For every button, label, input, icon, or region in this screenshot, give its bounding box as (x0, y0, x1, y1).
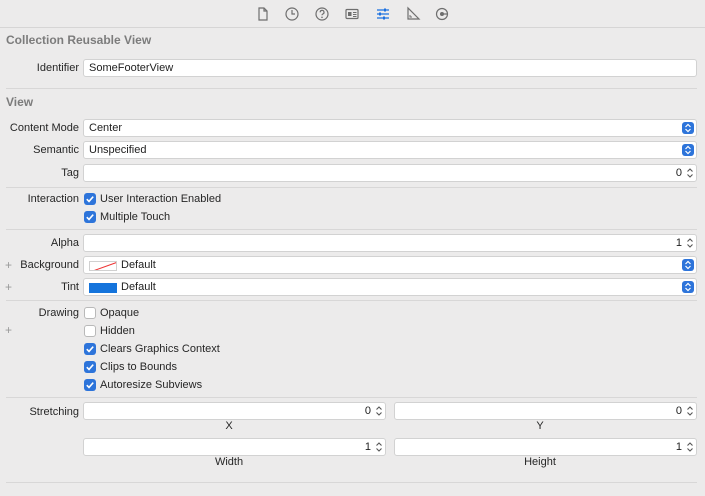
history-icon[interactable] (284, 6, 300, 22)
opaque-checkbox[interactable] (84, 307, 96, 319)
semantic-label: Semantic (33, 144, 79, 156)
divider (6, 88, 697, 89)
autoresize-label: Autoresize Subviews (100, 379, 203, 391)
stretching-width-value: 1 (364, 441, 371, 453)
identity-icon[interactable] (344, 6, 360, 22)
stepper-icon[interactable] (685, 166, 695, 180)
semantic-popup[interactable]: Unspecified (83, 141, 697, 159)
section-title-collection-reusable-view: Collection Reusable View (6, 33, 152, 47)
width-label: Width (214, 456, 244, 468)
file-icon[interactable] (255, 6, 271, 22)
tint-swatch-icon (89, 283, 117, 293)
stretching-y-value: 0 (675, 405, 682, 417)
x-label: X (225, 420, 233, 432)
user-interaction-label: User Interaction Enabled (100, 193, 222, 205)
stretching-height-value: 1 (675, 441, 682, 453)
user-interaction-checkbox[interactable] (84, 193, 96, 205)
stepper-icon[interactable] (374, 440, 384, 454)
connections-icon[interactable] (434, 6, 450, 22)
stepper-icon[interactable] (685, 236, 695, 250)
interaction-label: Interaction (27, 193, 79, 205)
divider (6, 229, 697, 230)
content-mode-value: Center (89, 122, 123, 134)
chevron-updown-icon (682, 144, 694, 156)
clips-to-bounds-label: Clips to Bounds (100, 361, 178, 373)
height-label: Height (524, 456, 556, 468)
tag-label: Tag (61, 167, 79, 179)
stepper-icon[interactable] (685, 404, 695, 418)
drawing-label: Drawing (38, 307, 79, 319)
background-value: Default (121, 259, 156, 271)
stretching-width-field[interactable]: 1 (83, 438, 386, 456)
y-label: Y (536, 420, 544, 432)
stretching-x-value: 0 (364, 405, 371, 417)
tint-value: Default (121, 281, 156, 293)
stretching-label: Stretching (29, 406, 79, 418)
tint-label: Tint (61, 281, 79, 293)
inspector-toolbar (0, 0, 705, 28)
content-mode-popup[interactable]: Center (83, 119, 697, 137)
stepper-icon[interactable] (374, 404, 384, 418)
identifier-value: SomeFooterView (89, 62, 174, 74)
stretching-x-field[interactable]: 0 (83, 402, 386, 420)
size-icon[interactable] (405, 6, 421, 22)
divider (6, 482, 697, 483)
clears-graphics-label: Clears Graphics Context (100, 343, 220, 355)
help-icon[interactable] (314, 6, 330, 22)
chevron-updown-icon (682, 122, 694, 134)
attributes-icon[interactable] (375, 6, 391, 22)
tag-field[interactable]: 0 (83, 164, 697, 182)
alpha-field[interactable]: 1 (83, 234, 697, 252)
clips-to-bounds-checkbox[interactable] (84, 361, 96, 373)
hidden-checkbox[interactable] (84, 325, 96, 337)
background-color-popup[interactable]: Default (83, 256, 697, 274)
chevron-updown-icon (682, 281, 694, 293)
alpha-value: 1 (675, 237, 682, 249)
multiple-touch-checkbox[interactable] (84, 211, 96, 223)
tint-color-popup[interactable]: Default (83, 278, 697, 296)
chevron-updown-icon (682, 259, 694, 271)
stretching-y-field[interactable]: 0 (394, 402, 697, 420)
semantic-value: Unspecified (89, 144, 147, 156)
identifier-label: Identifier (36, 62, 79, 74)
multiple-touch-label: Multiple Touch (100, 211, 171, 223)
hidden-label: Hidden (100, 325, 135, 337)
stepper-icon[interactable] (685, 440, 695, 454)
autoresize-checkbox[interactable] (84, 379, 96, 391)
alpha-label: Alpha (50, 237, 79, 249)
clears-graphics-checkbox[interactable] (84, 343, 96, 355)
no-color-swatch-icon (89, 261, 117, 271)
tag-value: 0 (675, 167, 682, 179)
identifier-field[interactable]: SomeFooterView (83, 59, 697, 77)
add-variation-icon[interactable]: + (5, 323, 12, 337)
divider (6, 397, 697, 398)
divider (6, 187, 697, 188)
content-mode-label: Content Mode (9, 122, 79, 134)
opaque-label: Opaque (100, 307, 140, 319)
section-title-view: View (6, 95, 34, 109)
divider (6, 300, 697, 301)
stretching-height-field[interactable]: 1 (394, 438, 697, 456)
background-label: Background (20, 259, 79, 271)
